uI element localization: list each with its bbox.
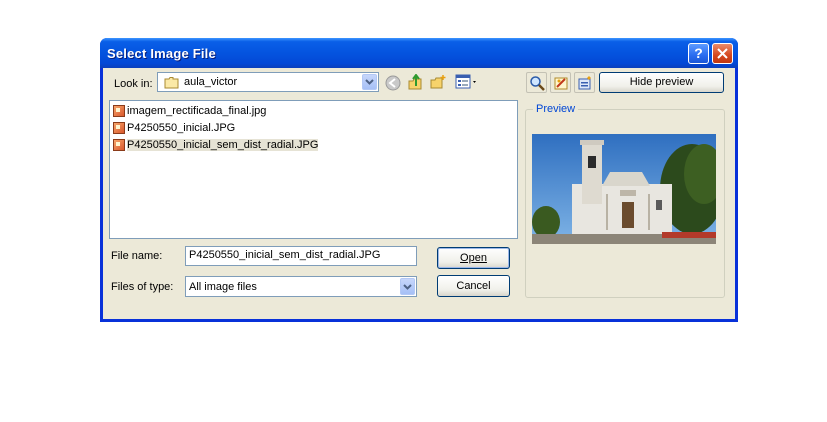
files-of-type-label: Files of type: <box>111 281 174 293</box>
file-item-selected[interactable]: P4250550_inicial_sem_dist_radial.JPG <box>113 137 319 152</box>
file-item-name: P4250550_inicial.JPG <box>127 121 236 134</box>
file-name-input[interactable]: P4250550_inicial_sem_dist_radial.JPG <box>185 246 417 266</box>
preview-image <box>532 134 716 244</box>
file-item[interactable]: imagem_rectificada_final.jpg <box>113 103 266 118</box>
hide-preview-button[interactable]: Hide preview <box>599 72 724 93</box>
image-properties-button[interactable] <box>574 72 595 93</box>
edit-image-button[interactable] <box>550 72 571 93</box>
cancel-button[interactable]: Cancel <box>437 275 510 297</box>
dialog-title: Select Image File <box>107 46 216 61</box>
title-bar[interactable]: Select Image File ? <box>100 38 738 68</box>
chevron-down-icon <box>403 283 412 290</box>
back-arrow-icon <box>385 75 401 91</box>
new-folder-button[interactable] <box>429 73 447 91</box>
file-item-name: imagem_rectificada_final.jpg <box>127 104 267 117</box>
image-file-icon <box>113 104 125 117</box>
up-folder-button[interactable] <box>406 73 424 91</box>
back-button[interactable] <box>384 74 402 92</box>
look-in-dropdown-button[interactable] <box>362 74 377 90</box>
look-in-value: aula_victor <box>184 76 238 88</box>
files-of-type-dropdown-button[interactable] <box>400 278 415 295</box>
close-button[interactable] <box>712 43 733 64</box>
select-image-dialog: Select Image File ? Look in: aula_victor <box>100 38 738 322</box>
file-item[interactable]: P4250550_inicial.JPG <box>113 120 235 135</box>
help-button[interactable]: ? <box>688 43 709 64</box>
files-of-type-select[interactable]: All image files <box>185 276 417 297</box>
up-folder-icon <box>408 74 422 90</box>
open-button-label: Open <box>460 252 487 264</box>
close-icon <box>717 48 728 59</box>
view-menu-button[interactable] <box>454 73 480 91</box>
file-name-value: P4250550_inicial_sem_dist_radial.JPG <box>189 249 381 261</box>
church-photo <box>532 134 716 244</box>
image-file-icon <box>113 121 125 134</box>
image-file-icon <box>113 138 125 151</box>
chevron-down-icon <box>365 79 374 85</box>
new-folder-icon <box>430 75 446 89</box>
open-button[interactable]: Open <box>437 247 510 269</box>
file-name-label: File name: <box>111 250 163 262</box>
folder-icon <box>164 77 179 89</box>
files-of-type-value: All image files <box>189 281 257 293</box>
look-in-label: Look in: <box>114 78 153 90</box>
view-menu-icon <box>455 74 476 89</box>
dialog-body: Look in: aula_victor Hide preview imagem… <box>103 68 735 319</box>
look-in-combo[interactable]: aula_victor <box>157 72 379 92</box>
edit-image-icon <box>554 77 567 89</box>
file-item-name: P4250550_inicial_sem_dist_radial.JPG <box>127 138 319 151</box>
preview-label: Preview <box>533 103 579 115</box>
file-list[interactable]: imagem_rectificada_final.jpg P4250550_in… <box>109 100 518 239</box>
magnifier-icon <box>529 75 545 91</box>
zoom-preview-button[interactable] <box>526 72 547 93</box>
image-properties-icon <box>578 75 591 89</box>
